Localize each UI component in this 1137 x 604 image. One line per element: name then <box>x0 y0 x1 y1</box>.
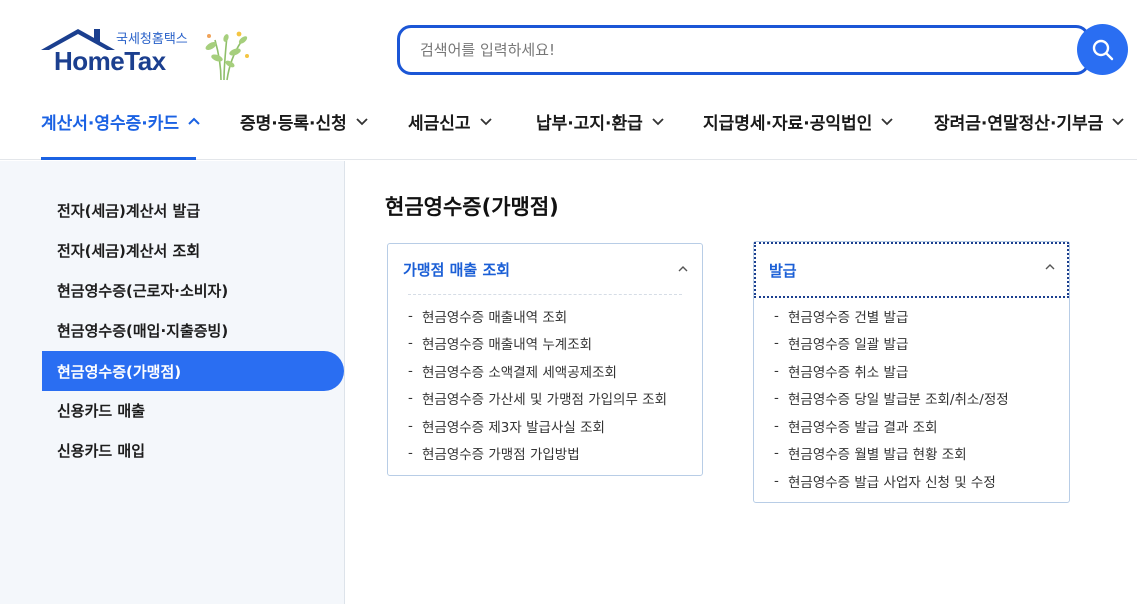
chevron-down-icon <box>356 118 368 126</box>
hometax-logo[interactable]: 국세청홈택스 HomeTax <box>41 26 256 82</box>
search-input[interactable] <box>420 38 1040 62</box>
search-icon <box>1092 39 1113 60</box>
chevron-up-icon <box>678 266 688 272</box>
list-item[interactable]: - 현금영수증 제3자 발급사실 조회 <box>408 412 692 440</box>
list-item[interactable]: - 현금영수증 일괄 발급 <box>774 330 1059 358</box>
gnb-item-label: 세금신고 <box>408 113 471 134</box>
list-item[interactable]: - 현금영수증 취소 발급 <box>774 357 1059 385</box>
global-nav: 계산서·영수증·카드 증명·등록·신청 세금신고 납부·고지·환급 지급명세·자… <box>0 96 1137 160</box>
gnb-item-label: 계산서·영수증·카드 <box>41 113 180 134</box>
sidebar-item-e-invoice-issue[interactable]: 전자(세금)계산서 발급 <box>42 190 344 230</box>
logo-english-text: HomeTax <box>54 46 166 76</box>
gnb-item-tax-filing[interactable]: 세금신고 <box>408 108 493 134</box>
card-header-merchant-sales[interactable]: 가맹점 매출 조회 <box>388 244 702 294</box>
list-item[interactable]: - 현금영수증 소액결제 세액공제조회 <box>408 357 692 385</box>
sidebar-item-e-invoice-inquiry[interactable]: 전자(세금)계산서 조회 <box>42 230 344 270</box>
plant-decoration-icon <box>205 31 249 81</box>
card-header-issue[interactable]: 발급 <box>754 242 1069 298</box>
gnb-item-incentive[interactable]: 장려금·연말정산·기부금 <box>934 108 1125 134</box>
card-merchant-sales: 가맹점 매출 조회 - 현금영수증 매출내역 조회 - 현금영수증 매출내역 누계조… <box>387 243 703 476</box>
card-divider <box>408 294 682 295</box>
sidebar-item-receipt-merchant[interactable]: 현금영수증(가맹점) <box>42 351 344 391</box>
list-item[interactable]: - 현금영수증 가맹점 가입방법 <box>408 440 692 468</box>
sidebar: 전자(세금)계산서 발급 전자(세금)계산서 조회 현금영수증(근로자·소비자)… <box>0 161 345 604</box>
search-button[interactable] <box>1077 24 1128 75</box>
card-link-list: - 현금영수증 매출내역 조회 - 현금영수증 매출내역 누계조회 - 현금영수증 소… <box>408 302 692 467</box>
chevron-down-icon <box>1112 118 1124 126</box>
chevron-up-icon <box>1045 264 1055 270</box>
gnb-item-receipt-card[interactable]: 계산서·영수증·카드 <box>41 108 201 134</box>
gnb-item-certificate[interactable]: 증명·등록·신청 <box>240 108 369 134</box>
logo-korean-text: 국세청홈택스 <box>116 32 188 47</box>
gnb-item-label: 장려금·연말정산·기부금 <box>934 113 1104 134</box>
card-title: 가맹점 매출 조회 <box>403 260 511 279</box>
chevron-up-icon <box>188 117 200 125</box>
chevron-down-icon <box>652 118 664 126</box>
sidebar-item-receipt-purchase[interactable]: 현금영수증(매입·지출증빙) <box>42 310 344 350</box>
chevron-down-icon <box>881 118 893 126</box>
sidebar-item-receipt-consumer[interactable]: 현금영수증(근로자·소비자) <box>42 270 344 310</box>
chevron-down-icon <box>479 118 492 126</box>
search-box[interactable] <box>397 25 1090 75</box>
page-title: 현금영수증(가맹점) <box>385 195 559 219</box>
gnb-item-label: 지급명세·자료·공익법인 <box>703 113 873 134</box>
list-item[interactable]: - 현금영수증 발급 사업자 신청 및 수정 <box>774 467 1059 495</box>
card-issue: 발급 - 현금영수증 건별 발급 - 현금영수증 일괄 발급 - 현금영수증 취소 발… <box>753 241 1070 503</box>
list-item[interactable]: - 현금영수증 월별 발급 현황 조회 <box>774 440 1059 468</box>
list-item[interactable]: - 현금영수증 건별 발급 <box>774 302 1059 330</box>
list-item[interactable]: - 현금영수증 당일 발급분 조회/취소/정정 <box>774 385 1059 413</box>
list-item[interactable]: - 현금영수증 발급 결과 조회 <box>774 412 1059 440</box>
sidebar-item-card-sales[interactable]: 신용카드 매출 <box>42 390 344 430</box>
gnb-item-statements[interactable]: 지급명세·자료·공익법인 <box>703 108 894 134</box>
gnb-active-underline <box>41 157 196 160</box>
gnb-item-label: 증명·등록·신청 <box>240 113 347 134</box>
card-link-list: - 현금영수증 건별 발급 - 현금영수증 일괄 발급 - 현금영수증 취소 발급 -… <box>774 302 1059 495</box>
gnb-item-payment[interactable]: 납부·고지·환급 <box>536 108 665 134</box>
list-item[interactable]: - 현금영수증 매출내역 조회 <box>408 302 692 330</box>
list-item[interactable]: - 현금영수증 가산세 및 가맹점 가입의무 조회 <box>408 385 692 413</box>
list-item[interactable]: - 현금영수증 매출내역 누계조회 <box>408 330 692 358</box>
card-title: 발급 <box>769 261 797 280</box>
gnb-item-label: 납부·고지·환급 <box>536 113 643 134</box>
sidebar-item-card-purchase[interactable]: 신용카드 매입 <box>42 430 344 470</box>
